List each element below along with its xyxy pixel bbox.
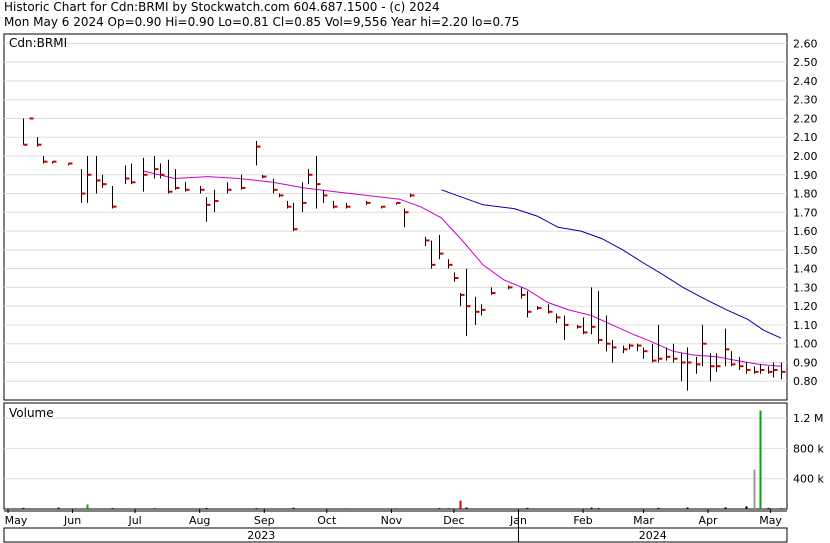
year-label: 2023 <box>247 529 275 542</box>
month-label: May <box>759 514 782 527</box>
year-label: 2024 <box>639 529 667 542</box>
price-tick-label: 1.90 <box>793 169 818 182</box>
volume-panel <box>3 402 788 510</box>
x-axis: May Jun Jul Aug Sep Oct Nov Dec Jan Feb Mar Apr May2… <box>3 509 788 543</box>
month-label: Jul <box>127 514 141 527</box>
price-tick-label: 1.80 <box>793 188 818 201</box>
price-panel <box>3 33 788 401</box>
price-tick-label: 1.10 <box>793 319 818 332</box>
month-label: Apr <box>699 514 719 527</box>
ticker-label: Cdn:BRMI <box>9 36 67 50</box>
month-label: Sep <box>254 514 275 527</box>
price-tick-label: 2.60 <box>793 37 818 50</box>
price-tick-label: 1.30 <box>793 281 818 294</box>
price-y-axis: 0.80 0.90 1.00 1.10 1.20 1.30 1.40 1.50 1.60 1.70… <box>793 37 818 388</box>
volume-tick-label: 1.2 M <box>793 412 823 425</box>
price-tick-label: 1.20 <box>793 300 818 313</box>
price-tick-label: 0.80 <box>793 375 818 388</box>
month-label: Feb <box>573 514 592 527</box>
month-label: May <box>5 514 28 527</box>
month-label: Nov <box>381 514 403 527</box>
price-tick-label: 1.40 <box>793 263 818 276</box>
price-tick-label: 0.90 <box>793 356 818 369</box>
month-label: Oct <box>317 514 337 527</box>
price-tick-label: 2.10 <box>793 131 818 144</box>
price-tick-label: 1.70 <box>793 206 818 219</box>
year-band <box>3 527 788 543</box>
price-volume-chart: 0.80 0.90 1.00 1.10 1.20 1.30 1.40 1.50 1.60 1.70… <box>3 33 824 543</box>
month-label: Jun <box>63 514 81 527</box>
price-tick-label: 2.20 <box>793 112 818 125</box>
price-tick-label: 1.50 <box>793 244 818 257</box>
volume-y-axis: 400 k 800 k 1.2 M <box>793 412 824 486</box>
price-tick-label: 2.00 <box>793 150 818 163</box>
month-label: Mar <box>633 514 654 527</box>
price-tick-label: 2.30 <box>793 94 818 107</box>
month-label: Dec <box>443 514 464 527</box>
volume-tick-label: 800 k <box>793 442 824 455</box>
volume-tick-label: 400 k <box>793 473 824 486</box>
price-tick-label: 1.00 <box>793 338 818 351</box>
price-tick-label: 2.50 <box>793 56 818 69</box>
price-tick-label: 1.60 <box>793 225 818 238</box>
month-label: Aug <box>189 514 210 527</box>
price-tick-label: 2.40 <box>793 75 818 88</box>
volume-label: Volume <box>9 406 54 420</box>
